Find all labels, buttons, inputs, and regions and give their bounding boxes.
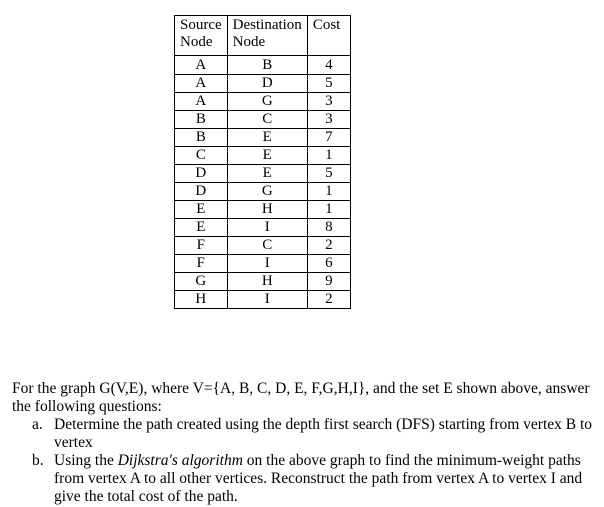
cell-cost: 2 xyxy=(306,236,351,255)
cell-cost: 1 xyxy=(306,200,351,219)
cell-cost: 6 xyxy=(306,254,351,273)
cell-source: A xyxy=(174,55,228,75)
cell-destination: B xyxy=(226,55,308,75)
table-row: AB4 xyxy=(174,55,351,75)
table-row: DG1 xyxy=(174,182,351,201)
table-row: GH9 xyxy=(174,272,351,291)
cell-source: H xyxy=(174,290,228,309)
cell-destination: D xyxy=(226,74,308,93)
cell-destination: G xyxy=(226,182,308,201)
edge-table: Source Node Destination Node Cost AB4AD5… xyxy=(174,15,351,309)
cell-source: B xyxy=(174,128,228,147)
question-item-b: b. Using the Dijkstra's algorithm on the… xyxy=(12,452,597,506)
cell-source: F xyxy=(174,236,228,255)
cell-source: E xyxy=(174,200,228,219)
cell-destination: G xyxy=(226,92,308,111)
cell-source: A xyxy=(174,92,228,111)
question-list: a. Determine the path created using the … xyxy=(12,416,597,506)
cell-cost: 5 xyxy=(306,164,351,183)
cell-cost: 3 xyxy=(306,92,351,111)
question-block: For the graph G(V,E), where V={A, B, C, … xyxy=(12,380,597,506)
cell-source: A xyxy=(174,74,228,93)
table-row: CE1 xyxy=(174,146,351,165)
cell-destination: I xyxy=(226,290,308,309)
cell-cost: 9 xyxy=(306,272,351,291)
cell-cost: 5 xyxy=(306,74,351,93)
header-cost: Cost xyxy=(306,15,351,56)
cell-cost: 4 xyxy=(306,55,351,75)
cell-destination: E xyxy=(226,128,308,147)
list-marker: b. xyxy=(32,452,44,469)
question-text-before: Using the xyxy=(54,452,118,469)
cell-cost: 1 xyxy=(306,146,351,165)
table-row: AD5 xyxy=(174,74,351,93)
table-body: AB4AD5AG3BC3BE7CE1DE5DG1EH1EI8FC2FI6GH9H… xyxy=(174,55,351,309)
table-row: AG3 xyxy=(174,92,351,111)
cell-cost: 3 xyxy=(306,110,351,129)
cell-source: D xyxy=(174,164,228,183)
list-marker: a. xyxy=(32,416,43,433)
algorithm-name: Dijkstra's algorithm xyxy=(117,452,243,469)
cell-destination: E xyxy=(226,146,308,165)
table-row: FI6 xyxy=(174,254,351,273)
table-row: EH1 xyxy=(174,200,351,219)
cell-source: C xyxy=(174,146,228,165)
cell-source: B xyxy=(174,110,228,129)
cell-source: D xyxy=(174,182,228,201)
table-row: FC2 xyxy=(174,236,351,255)
cell-destination: C xyxy=(226,236,308,255)
cell-source: E xyxy=(174,218,228,237)
table-row: BC3 xyxy=(174,110,351,129)
cell-destination: I xyxy=(226,254,308,273)
cell-source: F xyxy=(174,254,228,273)
cell-source: G xyxy=(174,272,228,291)
cell-destination: C xyxy=(226,110,308,129)
cell-cost: 2 xyxy=(306,290,351,309)
header-source-node: Source Node xyxy=(174,15,228,56)
cell-cost: 7 xyxy=(306,128,351,147)
question-text: Determine the path created using the dep… xyxy=(54,416,593,451)
cell-cost: 1 xyxy=(306,182,351,201)
table-header-row: Source Node Destination Node Cost xyxy=(174,15,351,56)
cell-destination: H xyxy=(226,200,308,219)
cell-cost: 8 xyxy=(306,218,351,237)
question-item-a: a. Determine the path created using the … xyxy=(12,416,597,452)
table-row: EI8 xyxy=(174,218,351,237)
cell-destination: I xyxy=(226,218,308,237)
question-intro: For the graph G(V,E), where V={A, B, C, … xyxy=(12,380,590,415)
cell-destination: E xyxy=(226,164,308,183)
cell-destination: H xyxy=(226,272,308,291)
table-row: HI2 xyxy=(174,290,351,309)
header-destination-node: Destination Node xyxy=(226,15,308,56)
table-row: DE5 xyxy=(174,164,351,183)
table-row: BE7 xyxy=(174,128,351,147)
